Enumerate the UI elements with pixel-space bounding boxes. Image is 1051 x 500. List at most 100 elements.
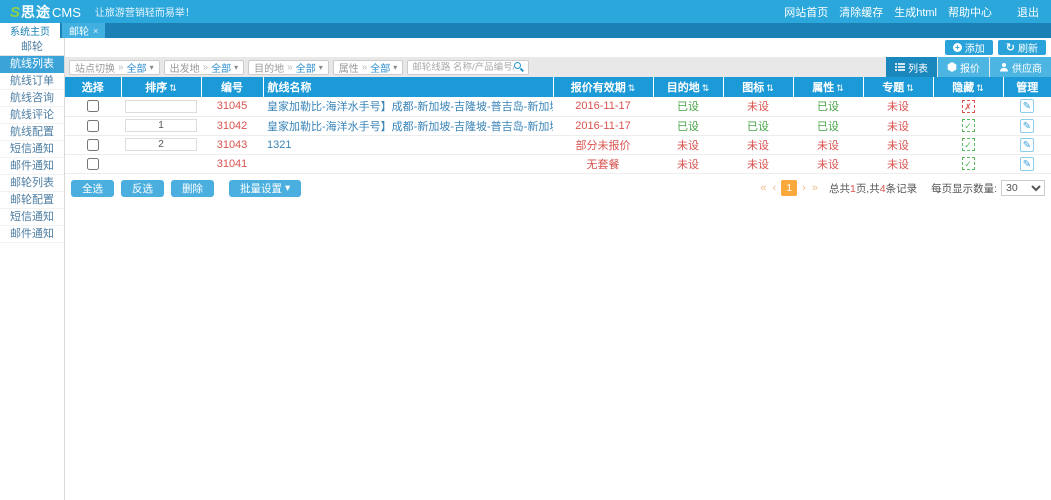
sort-icon: ⇅ [836,83,844,93]
col-destination[interactable]: 目的地⇅ [653,77,723,97]
table-header-row: 选择 排序⇅ 编号 航线名称 报价有效期⇅ 目的地⇅ 图标⇅ 属性⇅ 专题⇅ 隐… [65,77,1051,97]
search-box [407,60,529,75]
route-code: 31045 [201,97,263,116]
sidebar-item-route-config[interactable]: 航线配置 [0,124,64,141]
sort-order-input[interactable] [125,100,197,113]
destination-status: 已设 [677,121,699,133]
chevron-down-icon: ▾ [393,63,397,72]
pagination-summary: 总共1页,共4条记录 [829,181,917,196]
close-icon[interactable]: × [93,26,98,36]
action-row: + 添加 ↻ 刷新 [65,38,1051,57]
row-checkbox[interactable] [87,139,99,151]
sort-icon: ⇅ [906,83,914,93]
route-code: 31042 [201,116,263,135]
select-all-button[interactable]: 全选 [71,180,114,197]
list-icon [895,62,905,72]
col-valid-period[interactable]: 报价有效期⇅ [553,77,653,97]
edit-icon[interactable]: ✎ [1020,157,1034,171]
col-topic[interactable]: 专题⇅ [863,77,933,97]
link-site-home[interactable]: 网站首页 [784,4,828,20]
refresh-button[interactable]: ↻ 刷新 [998,40,1046,55]
visibility-toggle-icon[interactable]: ✗ [962,100,975,113]
edit-icon[interactable]: ✎ [1020,99,1034,113]
link-help-center[interactable]: 帮助中心 [948,4,992,20]
next-page-icon[interactable]: › [801,182,807,194]
col-sort[interactable]: 排序⇅ [121,77,201,97]
batch-settings-button[interactable]: 批量设置 ▾ [229,180,301,197]
link-generate-html[interactable]: 生成html [894,4,937,20]
col-route-name: 航线名称 [263,77,553,97]
route-code: 31041 [201,154,263,173]
per-page-label: 每页显示数量: [931,181,997,196]
current-page[interactable]: 1 [781,180,797,196]
tab-supplier-view[interactable]: 供应商 [990,57,1051,77]
row-checkbox[interactable] [87,120,99,132]
sidebar-item-route-inquiries[interactable]: 航线咨询 [0,90,64,107]
sidebar-item-route-orders[interactable]: 航线订单 [0,73,64,90]
tab-system-home[interactable]: 系统主页 [0,23,60,38]
topic-status: 未设 [887,159,909,171]
last-page-icon[interactable]: » [811,182,819,194]
top-header: S思途CMS 让旅游营销轻而易举！ 网站首页 清除缓存 生成html 帮助中心 … [0,0,1051,23]
link-logout[interactable]: 退出 [1017,4,1039,20]
first-page-icon[interactable]: « [759,182,767,194]
sidebar-item-mail-notify-2[interactable]: 邮件通知 [0,226,64,243]
visibility-toggle-icon[interactable]: ✓ [962,119,975,132]
attribute-status: 未设 [817,140,839,152]
topic-status: 未设 [887,101,909,113]
icon-status: 已设 [747,121,769,133]
add-button[interactable]: + 添加 [945,40,993,55]
sidebar-item-sms-notify[interactable]: 短信通知 [0,141,64,158]
row-checkbox[interactable] [87,158,99,170]
attribute-status: 已设 [817,121,839,133]
search-icon[interactable] [514,62,524,72]
footer-bar: 全选 反选 删除 批量设置 ▾ « ‹ 1 › » 总共1页,共4条记录 每页显… [65,180,1051,197]
icon-status: 未设 [747,140,769,152]
sort-icon: ⇅ [766,83,774,93]
filter-departure[interactable]: 出发地 » 全部 ▾ [164,60,245,75]
col-manage: 管理 [1003,77,1051,97]
sort-order-input[interactable] [125,119,197,132]
chevron-down-icon: ▾ [285,182,290,194]
sidebar-item-cruise-config[interactable]: 邮轮配置 [0,192,64,209]
route-name-link[interactable]: 皇家加勒比-海洋水手号】成都-新加坡-吉隆坡-普吉岛-新加坡-成都 5晚6日游 [267,101,553,113]
filter-attribute[interactable]: 属性 » 全部 ▾ [333,60,404,75]
sidebar-item-route-comments[interactable]: 航线评论 [0,107,64,124]
destination-status: 未设 [677,140,699,152]
search-input[interactable] [412,62,514,73]
chevron-down-icon: ▾ [319,63,323,72]
delete-button[interactable]: 删除 [171,180,214,197]
tab-list-view[interactable]: 列表 [886,57,937,77]
tab-quote-view[interactable]: 报价 [938,57,989,77]
table-row: 31045 皇家加勒比-海洋水手号】成都-新加坡-吉隆坡-普吉岛-新加坡-成都 … [65,97,1051,116]
filter-row: 站点切换 » 全部 ▾ 出发地 » 全部 ▾ 目的地 » 全部 ▾ 属性 » 全… [65,57,1051,77]
edit-icon[interactable]: ✎ [1020,138,1034,152]
logo-name: 思途 [21,2,51,22]
filter-site-switch[interactable]: 站点切换 » 全部 ▾ [69,60,160,75]
prev-page-icon[interactable]: ‹ [772,182,778,194]
visibility-toggle-icon[interactable]: ✓ [962,157,975,170]
visibility-toggle-icon[interactable]: ✓ [962,138,975,151]
filter-destination[interactable]: 目的地 » 全部 ▾ [248,60,329,75]
sidebar-item-mail-notify[interactable]: 邮件通知 [0,158,64,175]
link-clear-cache[interactable]: 清除缓存 [839,4,883,20]
route-name-link[interactable]: 1321 [267,139,291,151]
slogan: 让旅游营销轻而易举！ [95,4,195,19]
sidebar-item-cruise-list[interactable]: 邮轮列表 [0,175,64,192]
edit-icon[interactable]: ✎ [1020,119,1034,133]
sidebar-item-sms-notify-2[interactable]: 短信通知 [0,209,64,226]
row-checkbox[interactable] [87,100,99,112]
per-page-select[interactable]: 30 [1001,180,1045,196]
route-name-link[interactable]: 皇家加勒比-海洋水手号】成都-新加坡-吉隆坡-普吉岛-新加坡-成都 5晚6日游 [267,121,553,133]
col-attribute[interactable]: 属性⇅ [793,77,863,97]
tab-cruise[interactable]: 邮轮 × [62,23,105,38]
col-hidden[interactable]: 隐藏⇅ [933,77,1003,97]
tab-cruise-label: 邮轮 [69,23,89,38]
topic-status: 未设 [887,121,909,133]
invert-selection-button[interactable]: 反选 [121,180,164,197]
header-links: 网站首页 清除缓存 生成html 帮助中心 退出 [784,4,1039,20]
sidebar-item-route-list[interactable]: 航线列表 [0,56,64,73]
col-icon[interactable]: 图标⇅ [723,77,793,97]
sort-order-input[interactable] [125,138,197,151]
tab-strip: 系统主页 邮轮 × [0,23,1051,38]
